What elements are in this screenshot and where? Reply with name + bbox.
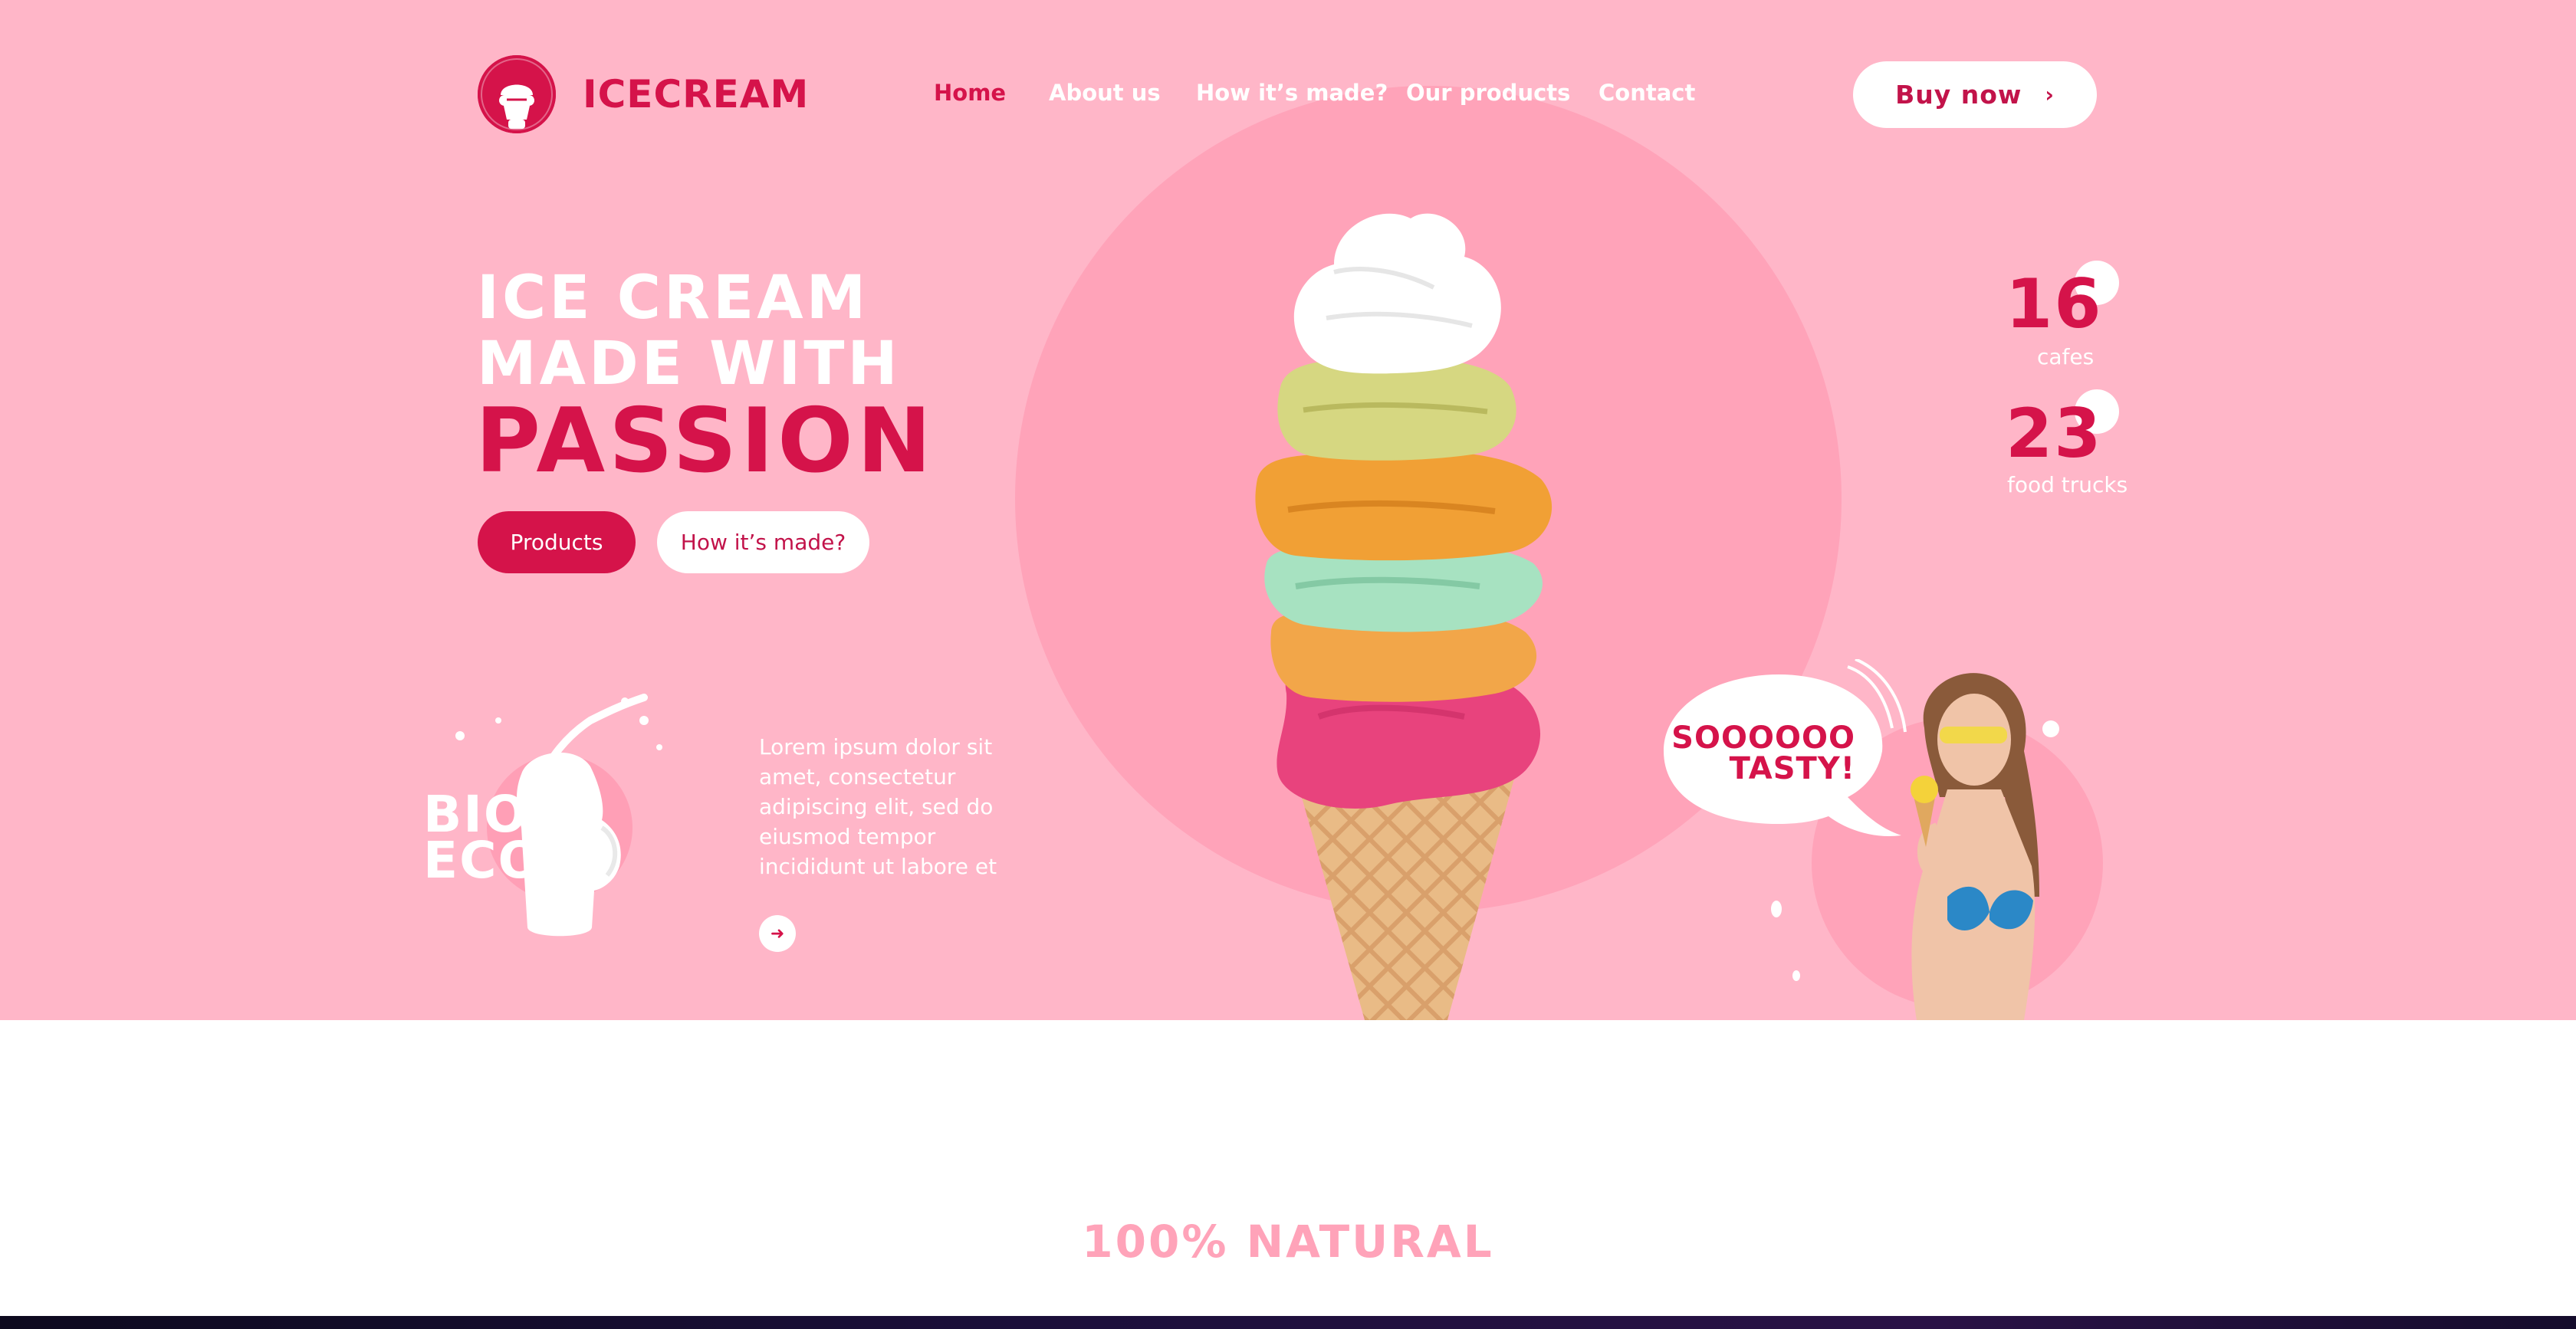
splash-drop [2042, 720, 2059, 737]
bottom-dark-bar [0, 1316, 2576, 1329]
ice-cream-cone-image [1204, 157, 1572, 1020]
products-button[interactable]: Products [478, 511, 636, 573]
stat-cafes-value: 16 [2006, 264, 2103, 343]
hero-section: ICECREAM Home About us How it’s made? Ou… [0, 0, 2576, 1020]
brand-name[interactable]: ICECREAM [583, 72, 809, 116]
hero-title-line-1: ICE CREAM [477, 264, 869, 333]
buy-now-button[interactable]: Buy now › [1853, 61, 2097, 128]
nav-about-us[interactable]: About us [1049, 80, 1161, 106]
section-eyebrow: 100% NATURAL [1082, 1216, 1494, 1268]
stat-food-trucks-label: food trucks [2007, 472, 2128, 497]
hero-title-line-2: MADE WITH [477, 330, 901, 399]
bubble-line-1: SOOOOOO [1671, 720, 1855, 756]
brand-logo-icon[interactable] [478, 55, 556, 133]
nav-contact[interactable]: Contact [1598, 80, 1695, 106]
feature-description: Lorem ipsum dolor sit amet, consectetur … [759, 734, 997, 879]
bio-eco-badge: BIO ECO [423, 789, 543, 890]
eco-label: ECO [423, 831, 543, 890]
speech-bubble-text: SOOOOOO TASTY! [1664, 723, 1855, 784]
bubble-line-2: TASTY! [1729, 751, 1855, 786]
arrow-right-icon[interactable]: ➜ [759, 915, 796, 952]
chevron-right-icon: › [2045, 82, 2055, 107]
stat-cafes-label: cafes [2037, 344, 2095, 369]
nav-home[interactable]: Home [934, 80, 1006, 106]
buy-now-label: Buy now [1895, 80, 2022, 110]
nav-how-its-made[interactable]: How it’s made? [1196, 80, 1388, 106]
nav-our-products[interactable]: Our products [1406, 80, 1570, 106]
hero-title-passion: PASSION [475, 389, 935, 493]
splash-drop [1771, 901, 1782, 917]
stat-food-trucks-value: 23 [2006, 394, 2103, 473]
how-its-made-button[interactable]: How it’s made? [657, 511, 869, 573]
splash-drop [1792, 970, 1800, 981]
